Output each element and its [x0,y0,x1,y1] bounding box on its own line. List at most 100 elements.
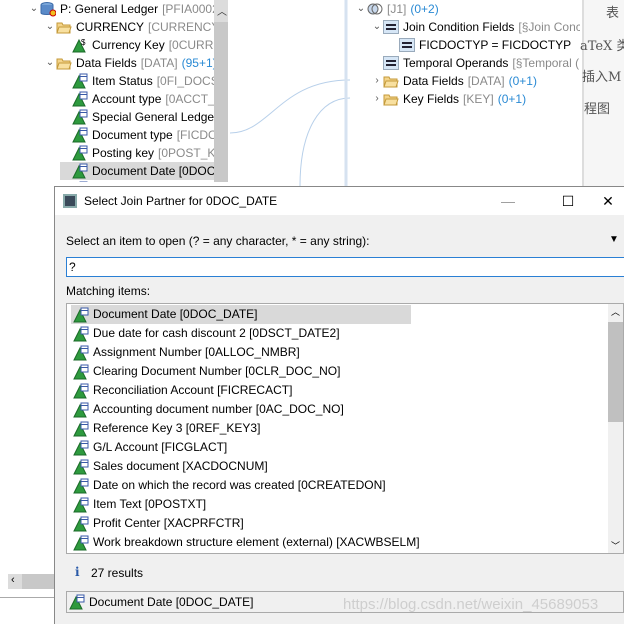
toolbar-button-table[interactable]: 表 [606,2,619,21]
tree-item[interactable]: Temporal Operands [§Temporal ( [371,54,580,72]
tree-item[interactable]: Item Status[0FI_DOCSTAT [60,72,214,90]
list-item[interactable]: Clearing Document Number [0CLR_DOC_NO] [71,362,340,381]
tree-item[interactable]: Posting key[0POST_KEY] [60,144,214,162]
list-item[interactable]: G/L Account [FICGLACT] [71,438,227,457]
tree-item[interactable]: ⌄ [J1] (0+2) [355,0,443,18]
equals-icon [399,37,415,53]
tree-item-tech: [PFIA0002] [162,2,214,16]
tree-item-label: Document Date [0DOC_DA [92,164,214,178]
tree-item-label: Join Condition Fields [403,20,515,34]
list-item[interactable]: Reference Key 3 [0REF_KEY3] [71,419,260,438]
scroll-up-icon[interactable]: ︿ [611,305,620,318]
list-item[interactable]: Reconciliation Account [FICRECACT] [71,381,292,400]
equals-icon [383,55,399,71]
tree-item[interactable]: Account type[0ACCT_TYP [60,90,214,108]
list-item-label: G/L Account [FICGLACT] [93,440,228,454]
tree-item[interactable]: Posting Date in the Doc [60,180,214,182]
list-item-label: Accounting document number [0AC_DOC_NO] [93,402,344,416]
folder-icon [56,19,72,35]
list-item[interactable]: Document Date [0DOC_DATE] [71,305,411,324]
field-icon [73,421,89,437]
toolbar-button-latex[interactable]: aTeX 类 [580,35,624,54]
list-scrollbar[interactable]: ︿ ﹀ [608,304,623,553]
tree-item[interactable]: Special General Ledger Ind [60,108,214,126]
field-icon [73,345,89,361]
field-icon [72,127,88,143]
dialog-titlebar[interactable]: Select Join Partner for 0DOC_DATE — ☐ ✕ [55,187,624,215]
field-icon [73,402,89,418]
chevron-down-icon[interactable]: ⌄ [44,57,56,69]
list-item-label: Profit Center [XACPRFCTR] [93,516,244,530]
list-item[interactable]: Date on which the record was created [0C… [71,476,386,495]
tree-item[interactable]: FICDOCTYP = FICDOCTYP [387,36,575,54]
menu-dropdown-icon[interactable]: ▼ [609,234,619,245]
tree-item[interactable]: $ Currency Key[0CURRENC [60,36,214,54]
list-item-label: Reconciliation Account [FICRECACT] [93,383,293,397]
field-icon [73,364,89,380]
chevron-down-icon[interactable]: ⌄ [28,3,40,15]
browser-side-panel: 表 aTeX 类 插入M 程图 [580,0,624,186]
tree-item-label: Posting key [92,146,155,160]
field-icon [73,383,89,399]
tree-item-tech: [CURRENCY] [148,20,214,34]
tree-item[interactable]: ⌄CURRENCY[CURRENCY](1+ [44,18,214,36]
prompt-label: Select an item to open (? = any characte… [66,234,370,248]
list-item[interactable]: Work breakdown structure element (extern… [71,533,420,552]
tree-item[interactable]: ⌄ Data Fields [DATA] (95+1) [44,54,214,72]
chevron-down-icon[interactable]: ⌄ [355,3,367,15]
field-icon [73,535,89,551]
dialog-title: Select Join Partner for 0DOC_DATE [84,194,278,208]
tree-item-label: Temporal Operands [403,56,509,70]
tree-item[interactable]: Document type[FICDOCT [60,126,214,144]
tree-item-tech: [J1] [387,2,407,16]
list-item[interactable]: Item Text [0POSTXT] [71,495,206,514]
folder-icon [56,55,72,71]
tree-item[interactable]: ⌄P: General Ledger[PFIA0002](10 [28,0,214,18]
tree-item[interactable]: › Key Fields [KEY] (0+1) [371,90,530,108]
list-item[interactable]: Profit Center [XACPRFCTR] [71,514,244,533]
tree-item[interactable]: › Data Fields [DATA] (0+1) [371,72,541,90]
scroll-up-icon[interactable]: ︿ [217,3,227,18]
list-item[interactable]: Due date for cash discount 2 [0DSCT_DATE… [71,324,340,343]
left-tree-scrollbar[interactable]: ︿ [214,0,228,182]
list-item[interactable]: Assignment Number [0ALLOC_NMBR] [71,343,300,362]
toolbar-button-flowchart[interactable]: 程图 [584,98,610,117]
toolbar-button-insert[interactable]: 插入M [582,66,621,85]
tree-item-label: Item Status [92,74,153,88]
folder-icon [383,73,399,89]
scroll-thumb[interactable] [608,322,623,422]
filter-input[interactable] [66,257,624,277]
tree-item[interactable]: Document Date [0DOC_DA [60,162,214,180]
field-icon [73,307,89,323]
list-item[interactable]: Accounting document number [0AC_DOC_NO] [71,400,344,419]
selected-item-label: Document Date [0DOC_DATE] [89,595,254,609]
field-icon [73,459,89,475]
scroll-down-icon[interactable]: ﹀ [611,539,620,552]
chevron-right-icon[interactable]: › [371,93,383,105]
connection-line [299,97,350,186]
chevron-right-icon[interactable]: › [371,75,383,87]
list-item-label: Due date for cash discount 2 [0DSCT_DATE… [93,326,340,340]
tree-item[interactable]: ⌄ Join Condition Fields [§Join Conc [371,18,580,36]
tree-item-tech: [0ACCT_TYP [165,92,214,106]
minimize-button[interactable]: — [488,187,528,215]
scroll-left-icon[interactable]: ‹ [11,574,15,586]
tree-item-tech: [FICDOCT [176,128,214,142]
join-icon [367,1,383,17]
left-tree-hscrollbar[interactable]: ‹ [8,574,54,589]
tree-item-label: Data Fields [76,56,137,70]
close-button[interactable]: ✕ [588,187,624,215]
chevron-down-icon[interactable]: ⌄ [371,21,383,33]
matching-items-label: Matching items: [66,284,151,298]
field-icon [72,109,88,125]
list-item[interactable]: Sales document [XACDOCNUM] [71,457,268,476]
maximize-button[interactable]: ☐ [548,187,588,215]
chevron-down-icon[interactable]: ⌄ [44,21,56,33]
svg-text:$: $ [81,38,86,47]
database-icon [40,1,57,17]
divider [0,597,54,598]
currency-key-icon: $ [72,37,88,53]
